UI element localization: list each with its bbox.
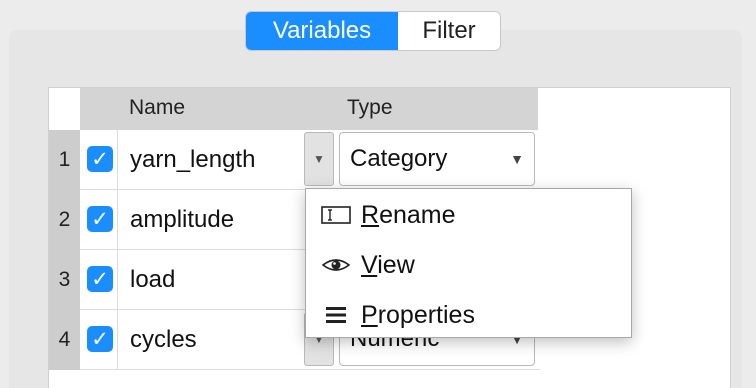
chevron-down-icon: ▼ <box>313 152 325 166</box>
column-header-type[interactable]: Type <box>347 96 393 120</box>
variable-name[interactable]: yarn_length <box>130 130 255 190</box>
row-number: 2 <box>58 208 71 231</box>
variable-name[interactable]: load <box>130 250 175 310</box>
include-checkbox[interactable]: ✓ <box>87 206 113 232</box>
rename-accelerator: R <box>361 200 380 229</box>
type-select-value: Category <box>350 145 448 172</box>
menu-item-view[interactable]: View <box>306 240 631 290</box>
eye-icon <box>320 250 352 280</box>
row-number: 3 <box>58 268 71 291</box>
table-row[interactable]: 1 ✓ yarn_length ▼ Category ▼ <box>49 130 731 190</box>
include-checkbox[interactable]: ✓ <box>87 146 113 172</box>
menu-item-label: roperties <box>377 300 475 329</box>
row-number: 1 <box>58 148 71 171</box>
cell-divider <box>117 250 118 310</box>
row-menu-button[interactable]: ▼ <box>304 132 334 186</box>
menu-item-label: ename <box>379 200 456 229</box>
include-checkbox[interactable]: ✓ <box>87 326 113 352</box>
row-divider <box>80 369 540 370</box>
cell-divider <box>117 130 118 190</box>
properties-accelerator: P <box>361 300 378 329</box>
view-accelerator: V <box>361 250 378 279</box>
type-select[interactable]: Category ▼ <box>339 132 535 186</box>
variable-name[interactable]: amplitude <box>130 190 234 250</box>
context-menu: Rename View Properties <box>305 188 632 338</box>
rename-icon <box>320 200 352 230</box>
menu-item-label: iew <box>377 250 415 279</box>
include-checkbox[interactable]: ✓ <box>87 266 113 292</box>
column-header-name[interactable]: Name <box>129 96 185 120</box>
cell-divider <box>117 190 118 250</box>
tab-variables[interactable]: Variables <box>246 12 398 50</box>
menu-item-rename[interactable]: Rename <box>306 190 631 240</box>
variable-name[interactable]: cycles <box>130 310 197 370</box>
view-segmented-control: Variables Filter <box>245 11 501 51</box>
cell-divider <box>117 310 118 370</box>
list-icon <box>320 300 352 330</box>
chevron-down-icon: ▼ <box>510 151 524 167</box>
menu-item-properties[interactable]: Properties <box>306 290 631 340</box>
tab-filter[interactable]: Filter <box>398 12 500 50</box>
row-number: 4 <box>58 328 71 351</box>
